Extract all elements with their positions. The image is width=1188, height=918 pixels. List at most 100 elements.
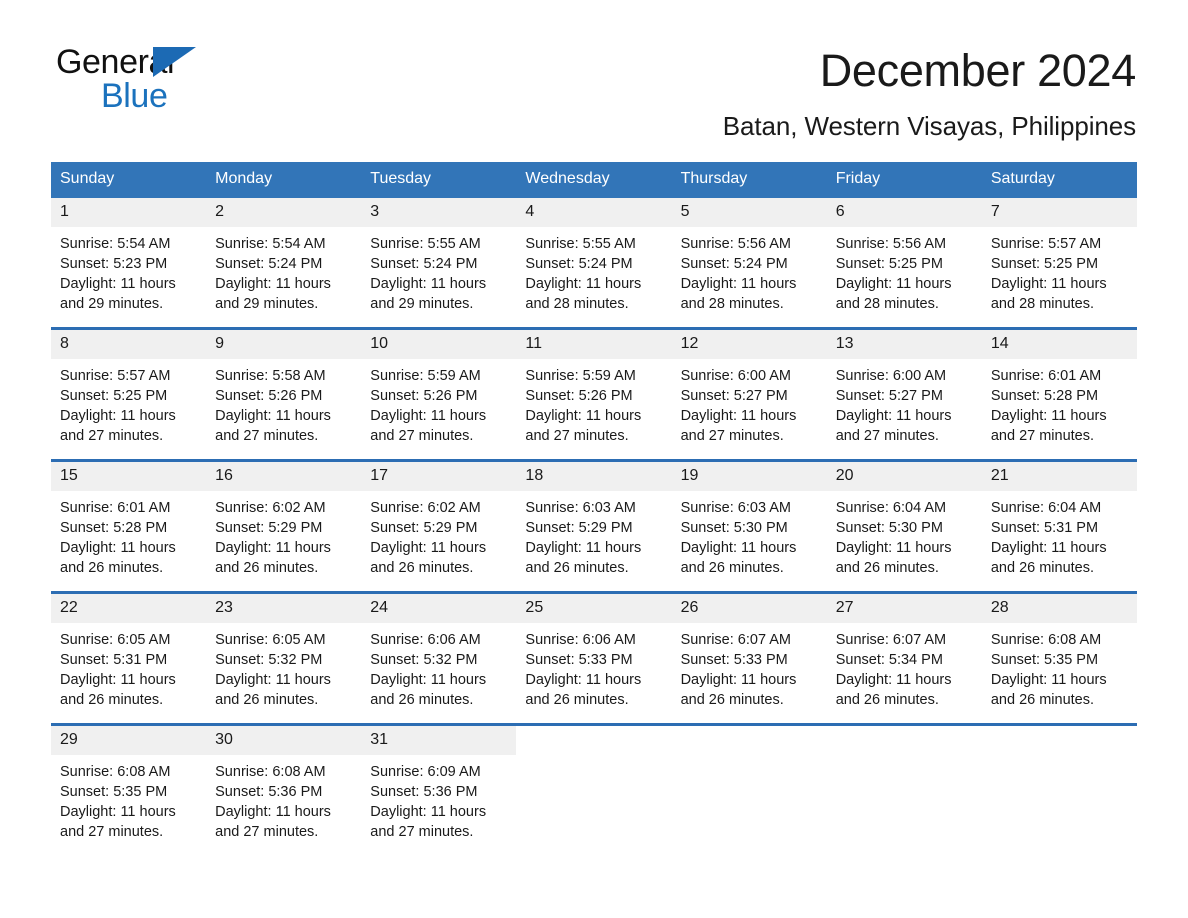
- sunrise-text: Sunrise: 6:02 AM: [215, 500, 326, 516]
- day-info: Sunrise: 5:54 AM Sunset: 5:23 PM Dayligh…: [51, 227, 206, 314]
- daylight-text-line2: and 26 minutes.: [680, 560, 784, 576]
- day-cell[interactable]: 4 Sunrise: 5:55 AM Sunset: 5:24 PM Dayli…: [516, 198, 672, 318]
- day-cell[interactable]: 11 Sunrise: 5:59 AM Sunset: 5:26 PM Dayl…: [516, 330, 672, 450]
- day-cell[interactable]: 19 Sunrise: 6:03 AM Sunset: 5:30 PM Dayl…: [671, 462, 827, 582]
- day-cell[interactable]: 23 Sunrise: 6:05 AM Sunset: 5:32 PM Dayl…: [206, 594, 362, 714]
- day-cell[interactable]: 29 Sunrise: 6:08 AM Sunset: 5:35 PM Dayl…: [51, 726, 207, 846]
- daylight-text-line1: Daylight: 11 hours: [990, 408, 1107, 424]
- day-cell[interactable]: 5 Sunrise: 5:56 AM Sunset: 5:24 PM Dayli…: [671, 198, 827, 318]
- day-number: 29: [51, 726, 207, 755]
- daylight-text-line2: and 27 minutes.: [215, 428, 319, 444]
- sunset-text: Sunset: 5:28 PM: [60, 520, 168, 536]
- day-cell[interactable]: 30 Sunrise: 6:08 AM Sunset: 5:36 PM Dayl…: [206, 726, 362, 846]
- sunrise-text: Sunrise: 6:08 AM: [215, 764, 326, 780]
- sunrise-text: Sunrise: 6:05 AM: [60, 632, 171, 648]
- sunrise-text: Sunrise: 6:08 AM: [60, 764, 171, 780]
- day-cell[interactable]: 3 Sunrise: 5:55 AM Sunset: 5:24 PM Dayli…: [361, 198, 517, 318]
- day-number: 13: [826, 330, 982, 359]
- sunset-text: Sunset: 5:34 PM: [835, 652, 943, 668]
- day-number: [981, 726, 1137, 755]
- daylight-text-line2: and 26 minutes.: [990, 692, 1095, 708]
- daylight-text-line1: Daylight: 11 hours: [525, 672, 642, 688]
- daylight-text-line2: and 26 minutes.: [525, 560, 629, 576]
- day-number: 16: [206, 462, 362, 491]
- day-cell[interactable]: 14 Sunrise: 6:01 AM Sunset: 5:28 PM Dayl…: [981, 330, 1137, 450]
- calendar-page: General Blue December 2024 Batan, Wester…: [0, 0, 1188, 918]
- sunset-text: Sunset: 5:28 PM: [990, 388, 1099, 404]
- page-header: General Blue December 2024 Batan, Wester…: [0, 0, 1188, 142]
- daylight-text-line1: Daylight: 11 hours: [835, 672, 952, 688]
- sunset-text: Sunset: 5:30 PM: [680, 520, 788, 536]
- day-cell-empty: [671, 726, 827, 846]
- daylight-text-line1: Daylight: 11 hours: [835, 540, 952, 556]
- daylight-text-line2: and 26 minutes.: [990, 560, 1095, 576]
- day-cell[interactable]: 2 Sunrise: 5:54 AM Sunset: 5:24 PM Dayli…: [206, 198, 362, 318]
- sunset-text: Sunset: 5:26 PM: [370, 388, 478, 404]
- day-cell[interactable]: 24 Sunrise: 6:06 AM Sunset: 5:32 PM Dayl…: [361, 594, 517, 714]
- day-cell[interactable]: 18 Sunrise: 6:03 AM Sunset: 5:29 PM Dayl…: [516, 462, 672, 582]
- day-cell[interactable]: 9 Sunrise: 5:58 AM Sunset: 5:26 PM Dayli…: [206, 330, 362, 450]
- day-info: Sunrise: 6:00 AM Sunset: 5:27 PM Dayligh…: [672, 359, 827, 446]
- day-info: Sunrise: 6:01 AM Sunset: 5:28 PM Dayligh…: [51, 491, 206, 578]
- daylight-text-line2: and 26 minutes.: [370, 692, 474, 708]
- day-cell[interactable]: 1 Sunrise: 5:54 AM Sunset: 5:23 PM Dayli…: [51, 198, 207, 318]
- day-cell[interactable]: 26 Sunrise: 6:07 AM Sunset: 5:33 PM Dayl…: [671, 594, 827, 714]
- sunrise-text: Sunrise: 5:54 AM: [215, 236, 326, 252]
- daylight-text-line1: Daylight: 11 hours: [215, 540, 331, 556]
- sunrise-text: Sunrise: 6:05 AM: [215, 632, 326, 648]
- daylight-text-line2: and 27 minutes.: [835, 428, 939, 444]
- day-info: Sunrise: 5:58 AM Sunset: 5:26 PM Dayligh…: [206, 359, 361, 446]
- daylight-text-line2: and 29 minutes.: [60, 296, 164, 312]
- sunrise-text: Sunrise: 6:08 AM: [990, 632, 1102, 648]
- day-cell[interactable]: 10 Sunrise: 5:59 AM Sunset: 5:26 PM Dayl…: [361, 330, 517, 450]
- day-cell[interactable]: 28 Sunrise: 6:08 AM Sunset: 5:35 PM Dayl…: [981, 594, 1137, 714]
- sunset-text: Sunset: 5:33 PM: [525, 652, 633, 668]
- day-cell[interactable]: 8 Sunrise: 5:57 AM Sunset: 5:25 PM Dayli…: [51, 330, 207, 450]
- daylight-text-line1: Daylight: 11 hours: [215, 408, 331, 424]
- daylight-text-line2: and 26 minutes.: [60, 692, 164, 708]
- sunset-text: Sunset: 5:25 PM: [835, 256, 943, 272]
- day-info: Sunrise: 6:02 AM Sunset: 5:29 PM Dayligh…: [206, 491, 361, 578]
- daylight-text-line1: Daylight: 11 hours: [60, 540, 176, 556]
- day-cell[interactable]: 17 Sunrise: 6:02 AM Sunset: 5:29 PM Dayl…: [361, 462, 517, 582]
- daylight-text-line2: and 28 minutes.: [525, 296, 629, 312]
- day-cell[interactable]: 25 Sunrise: 6:06 AM Sunset: 5:33 PM Dayl…: [516, 594, 672, 714]
- day-cell[interactable]: 21 Sunrise: 6:04 AM Sunset: 5:31 PM Dayl…: [981, 462, 1137, 582]
- daylight-text-line2: and 29 minutes.: [370, 296, 474, 312]
- weekday-header-thursday: Thursday: [680, 170, 748, 187]
- daylight-text-line1: Daylight: 11 hours: [990, 540, 1107, 556]
- sunset-text: Sunset: 5:24 PM: [525, 256, 633, 272]
- week-row: 22 Sunrise: 6:05 AM Sunset: 5:31 PM Dayl…: [51, 591, 1137, 714]
- day-info: Sunrise: 5:55 AM Sunset: 5:24 PM Dayligh…: [361, 227, 516, 314]
- sunrise-text: Sunrise: 6:00 AM: [835, 368, 947, 384]
- daylight-text-line1: Daylight: 11 hours: [370, 672, 487, 688]
- daylight-text-line2: and 27 minutes.: [680, 428, 784, 444]
- sunset-text: Sunset: 5:29 PM: [215, 520, 323, 536]
- day-cell[interactable]: 7 Sunrise: 5:57 AM Sunset: 5:25 PM Dayli…: [981, 198, 1137, 318]
- day-number: [516, 726, 672, 755]
- day-cell[interactable]: 6 Sunrise: 5:56 AM Sunset: 5:25 PM Dayli…: [826, 198, 982, 318]
- week-row: 29 Sunrise: 6:08 AM Sunset: 5:35 PM Dayl…: [51, 723, 1137, 846]
- day-info: Sunrise: 6:04 AM Sunset: 5:30 PM Dayligh…: [827, 491, 982, 578]
- brand-logo[interactable]: General Blue: [56, 42, 206, 115]
- day-cell[interactable]: 20 Sunrise: 6:04 AM Sunset: 5:30 PM Dayl…: [826, 462, 982, 582]
- day-cell[interactable]: 27 Sunrise: 6:07 AM Sunset: 5:34 PM Dayl…: [826, 594, 982, 714]
- sunrise-text: Sunrise: 5:54 AM: [60, 236, 171, 252]
- day-cell[interactable]: 22 Sunrise: 6:05 AM Sunset: 5:31 PM Dayl…: [51, 594, 207, 714]
- day-number: 5: [671, 198, 827, 227]
- sunset-text: Sunset: 5:27 PM: [680, 388, 788, 404]
- day-info: Sunrise: 6:05 AM Sunset: 5:31 PM Dayligh…: [51, 623, 206, 710]
- day-cell[interactable]: 31 Sunrise: 6:09 AM Sunset: 5:36 PM Dayl…: [361, 726, 517, 846]
- day-info: Sunrise: 6:05 AM Sunset: 5:32 PM Dayligh…: [206, 623, 361, 710]
- day-number: 7: [981, 198, 1137, 227]
- daylight-text-line1: Daylight: 11 hours: [370, 540, 487, 556]
- day-cell[interactable]: 16 Sunrise: 6:02 AM Sunset: 5:29 PM Dayl…: [206, 462, 362, 582]
- day-number: 19: [671, 462, 827, 491]
- day-cell[interactable]: 12 Sunrise: 6:00 AM Sunset: 5:27 PM Dayl…: [671, 330, 827, 450]
- day-cell[interactable]: 13 Sunrise: 6:00 AM Sunset: 5:27 PM Dayl…: [826, 330, 982, 450]
- day-info: [516, 755, 671, 762]
- daylight-text-line1: Daylight: 11 hours: [835, 276, 952, 292]
- day-number: 18: [516, 462, 672, 491]
- daylight-text-line2: and 26 minutes.: [835, 692, 939, 708]
- day-cell[interactable]: 15 Sunrise: 6:01 AM Sunset: 5:28 PM Dayl…: [51, 462, 207, 582]
